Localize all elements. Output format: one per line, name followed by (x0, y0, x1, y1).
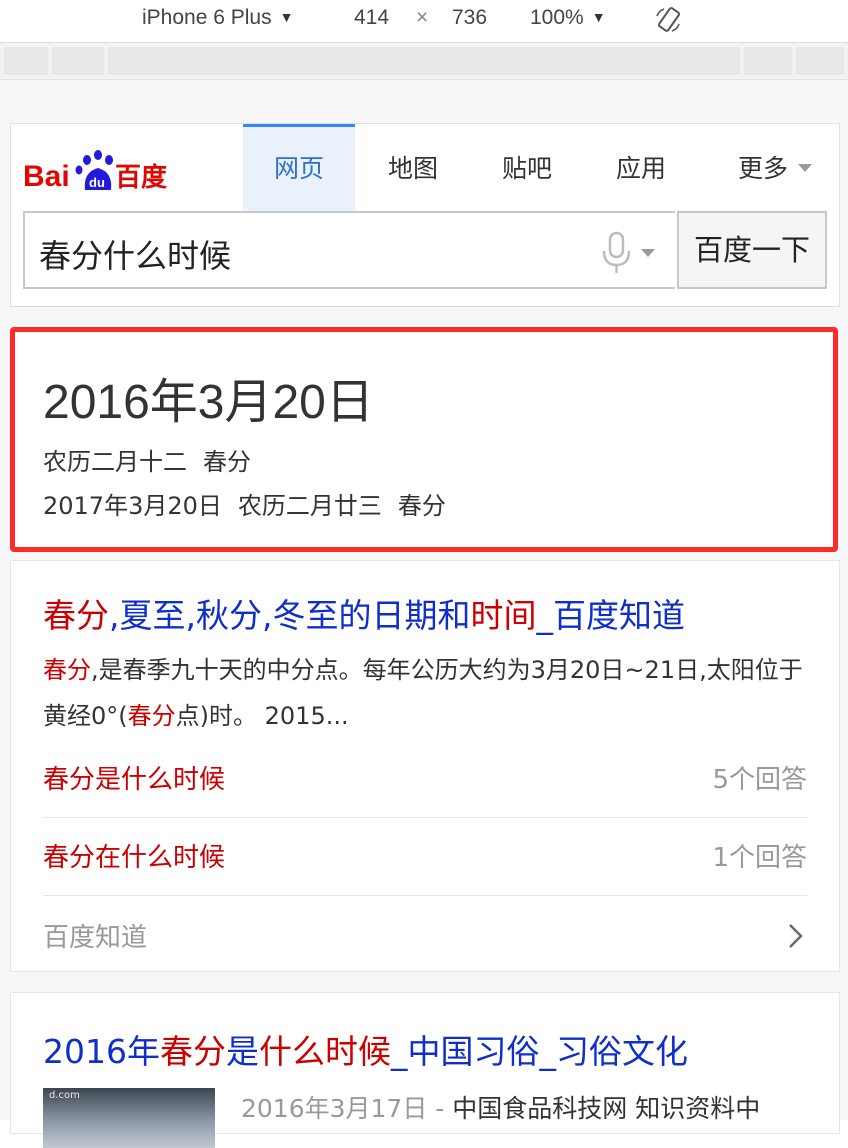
rotate-icon[interactable] (652, 4, 684, 36)
lunar-date: 农历二月十二 (43, 448, 187, 476)
search-input[interactable]: 春分什么时候 (23, 211, 675, 289)
search-result-custom: 2016年春分是什么时候_中国习俗_习俗文化 d.com 2016年3月17日 … (10, 992, 840, 1148)
result-snippet: 中国食品科技网 知识资料中 (452, 1094, 761, 1123)
baidu-header: Bai du 百度 网页 地图 贴吧 应用 更多 春分什么时候 百度一下 (10, 123, 840, 307)
zoom-select[interactable]: 100% ▼ (530, 6, 606, 30)
result-thumbnail[interactable]: d.com (43, 1088, 215, 1148)
calendar-answer-card: 2016年3月20日 农历二月十二 春分 2017年3月20日 农历二月廿三 春分 (10, 327, 838, 552)
result-source[interactable]: 百度知道 (43, 917, 147, 954)
paw-toe (75, 165, 83, 175)
paw-toe (94, 150, 102, 160)
result-date: 2016年3月17日 - (241, 1094, 445, 1123)
chevron-right-icon[interactable] (783, 921, 807, 951)
tab-label: 更多 (737, 154, 788, 183)
result-title-link[interactable]: 2016年春分是什么时候_中国习俗_习俗文化 (43, 1025, 688, 1073)
tab-label: 网页 (273, 154, 324, 183)
media-query-ruler (0, 43, 848, 80)
ruler-segment[interactable] (744, 47, 792, 75)
tab-map[interactable]: 地图 (357, 124, 469, 208)
viewport-height[interactable]: 736 (452, 6, 487, 30)
paw-toe (105, 155, 113, 165)
next-year-date: 2017年3月20日 (43, 492, 222, 520)
answer-lunar-line: 农历二月十二 春分 (43, 442, 251, 477)
tab-tieba[interactable]: 贴吧 (471, 124, 583, 208)
thumbnail-watermark: d.com (49, 1090, 80, 1101)
devtools-toolbar: iPhone 6 Plus ▼ 414 × 736 100% ▼ (0, 0, 848, 43)
result-abstract: 春分,是春季九十天的中分点。每年公历大约为3月20日~21日,太阳位于黄经0°(… (43, 656, 803, 730)
answer-main-date: 2016年3月20日 (43, 376, 374, 429)
zoom-dropdown-icon: ▼ (591, 9, 606, 25)
solar-term: 春分 (203, 448, 251, 476)
microphone-icon[interactable] (599, 231, 635, 275)
tab-label: 应用 (615, 154, 666, 183)
next-solar-term: 春分 (397, 492, 446, 520)
related-question-row[interactable]: 春分是什么时候 5个回答 (43, 739, 807, 818)
ruler-segment[interactable] (52, 47, 104, 75)
search-result-zhidao: 春分,夏至,秋分,冬至的日期和时间_百度知道 春分,是春季九十天的中分点。每年公… (10, 560, 840, 972)
tab-label: 地图 (387, 154, 438, 183)
question-link[interactable]: 春分是什么时候 (43, 759, 225, 796)
zoom-value: 100% (530, 6, 584, 29)
ruler-segment[interactable] (108, 47, 740, 75)
ruler-segment[interactable] (4, 47, 48, 75)
next-lunar-date: 农历二月廿三 (237, 492, 382, 520)
answer-count: 5个回答 (712, 765, 807, 795)
dimension-separator: × (416, 6, 429, 29)
related-question-row[interactable]: 春分在什么时候 1个回答 (43, 817, 807, 896)
tab-more[interactable]: 更多 (719, 124, 831, 208)
tab-label: 贴吧 (501, 154, 552, 183)
logo-bai-text: Bai (23, 160, 70, 193)
logo-cn-text: 百度 (115, 162, 167, 193)
answer-next-year-line: 2017年3月20日 农历二月廿三 春分 (43, 486, 446, 521)
logo-du-text: du (89, 175, 105, 190)
device-select[interactable]: iPhone 6 Plus ▼ (142, 6, 293, 30)
question-link[interactable]: 春分在什么时候 (43, 837, 225, 874)
device-name: iPhone 6 Plus (142, 6, 272, 29)
viewport-width[interactable]: 414 (354, 6, 389, 30)
tab-webpage[interactable]: 网页 (243, 124, 355, 211)
result-title-link[interactable]: 春分,夏至,秋分,冬至的日期和时间_百度知道 (43, 589, 685, 637)
voice-dropdown-icon[interactable] (641, 249, 655, 257)
search-button[interactable]: 百度一下 (677, 211, 827, 289)
ruler-segment[interactable] (796, 47, 844, 75)
search-query-text: 春分什么时候 (39, 237, 232, 275)
paw-toe (83, 155, 91, 165)
baidu-logo[interactable]: Bai du 百度 (23, 146, 173, 196)
answer-count: 1个回答 (712, 843, 807, 873)
more-dropdown-icon (798, 164, 812, 172)
tab-apps[interactable]: 应用 (585, 124, 697, 208)
device-dropdown-icon: ▼ (279, 9, 294, 25)
